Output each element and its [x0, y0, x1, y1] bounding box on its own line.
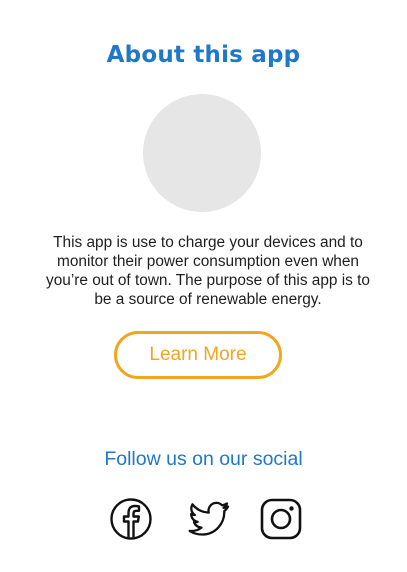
social-heading: Follow us on our social: [104, 448, 303, 470]
instagram-icon[interactable]: [259, 497, 303, 541]
learn-more-button[interactable]: Learn More: [114, 331, 282, 379]
app-image-placeholder: [143, 94, 261, 212]
twitter-icon[interactable]: [187, 497, 231, 541]
facebook-icon[interactable]: [109, 497, 153, 541]
app-description: This app is use to charge your devices a…: [46, 234, 370, 308]
page-title: About this app: [106, 42, 301, 68]
learn-more-label: Learn More: [149, 344, 247, 365]
